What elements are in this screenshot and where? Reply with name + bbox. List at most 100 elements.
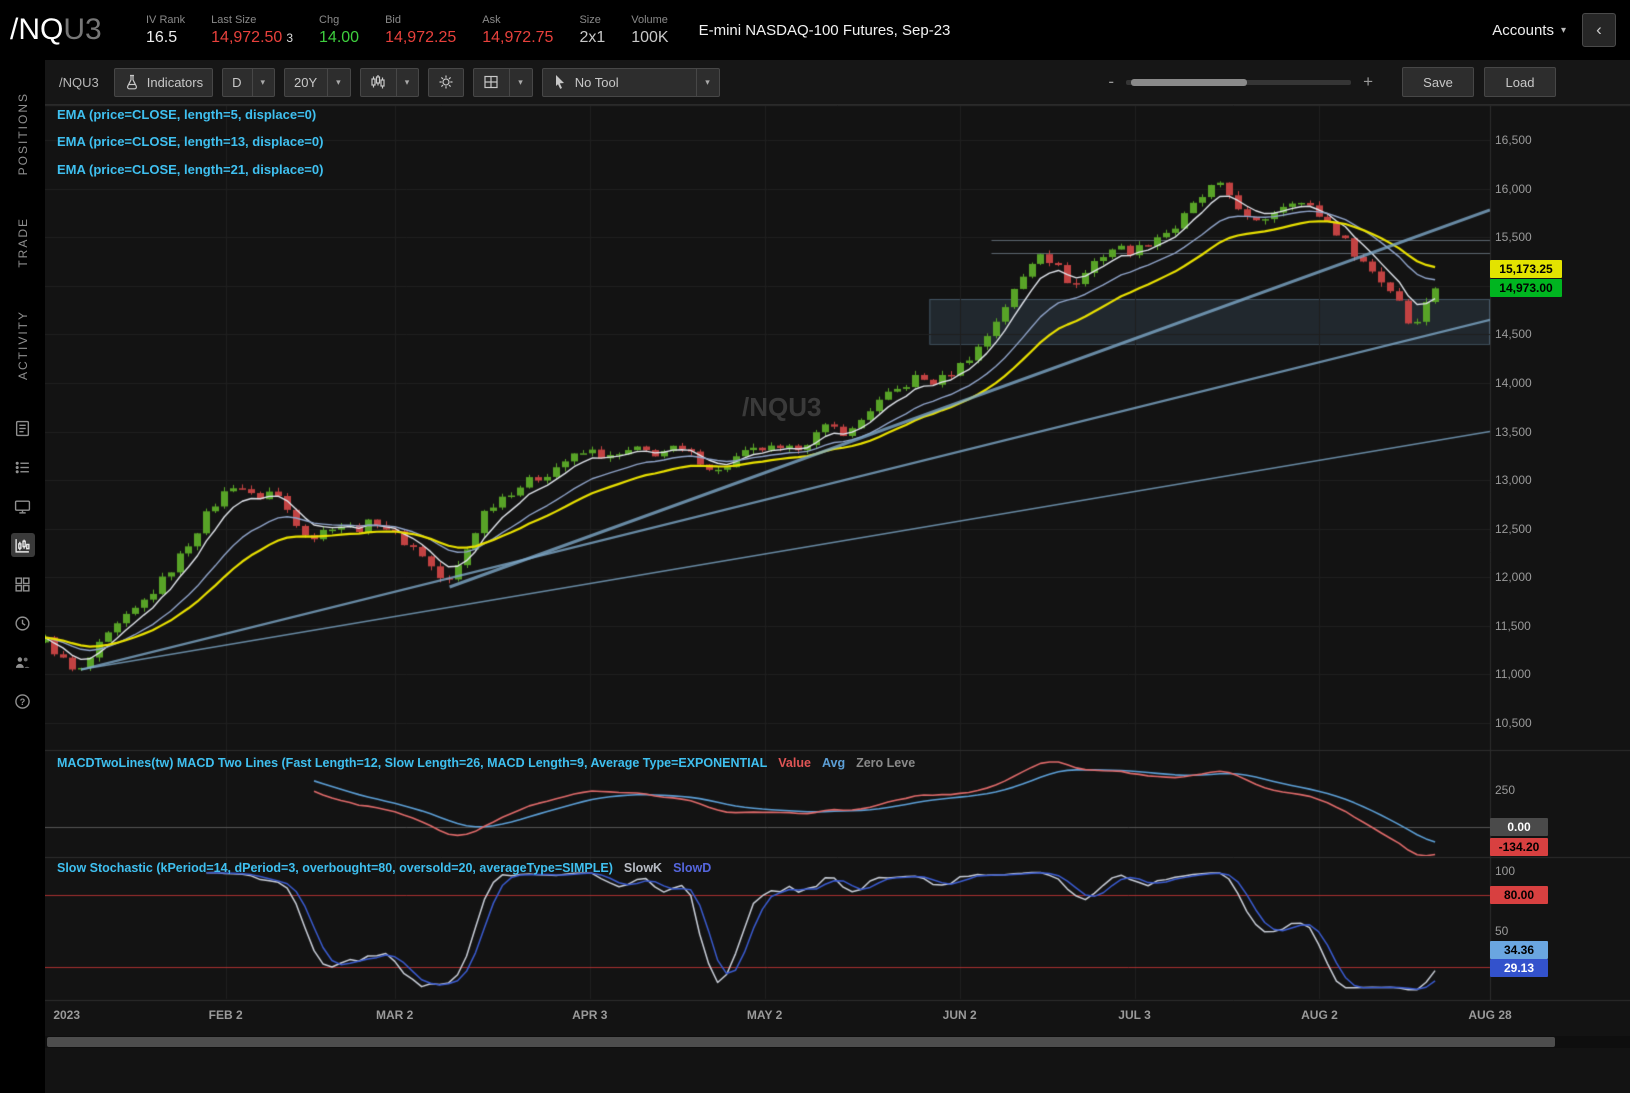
people-icon[interactable] bbox=[11, 650, 35, 674]
zoom-slider-thumb[interactable] bbox=[1131, 78, 1248, 86]
field-value: 100K bbox=[631, 28, 669, 46]
stoch-study-label[interactable]: Slow Stochastic (kPeriod=14, dPeriod=3, … bbox=[57, 861, 711, 875]
load-button[interactable]: Load bbox=[1484, 67, 1556, 97]
macd-title: MACDTwoLines(tw) MACD Two Lines (Fast Le… bbox=[57, 756, 768, 770]
time-axis-label: APR 3 bbox=[572, 1008, 608, 1022]
macd-legend-value: Value bbox=[778, 756, 811, 770]
clock-icon[interactable] bbox=[11, 611, 35, 635]
field-label: Volume bbox=[631, 13, 668, 26]
chevron-down-icon: ▾ bbox=[260, 76, 266, 87]
zoom-control: - + bbox=[1108, 72, 1373, 92]
field-label: IV Rank bbox=[146, 13, 186, 26]
time-axis-label: AUG 28 bbox=[1468, 1008, 1512, 1022]
time-axis-label: MAR 2 bbox=[376, 1008, 414, 1022]
help-icon[interactable]: ? bbox=[11, 689, 35, 713]
scrollbar-thumb[interactable] bbox=[47, 1037, 1555, 1047]
price-tick-label: 15,500 bbox=[1495, 230, 1532, 245]
list-icon[interactable] bbox=[11, 455, 35, 479]
indicators-flask-icon bbox=[126, 74, 137, 90]
range-value: 20Y bbox=[294, 74, 318, 90]
price-tick-label: 10,500 bbox=[1495, 716, 1532, 730]
chart-type-dropdown[interactable]: ▾ bbox=[359, 67, 420, 97]
news-icon[interactable] bbox=[11, 416, 35, 440]
price-tick-label: 11,500 bbox=[1495, 618, 1531, 633]
symbol-root: /NQ bbox=[10, 13, 64, 46]
symbol-title: /NQ U3 bbox=[10, 13, 120, 47]
collapse-panel-button[interactable]: ‹ bbox=[1582, 13, 1616, 47]
sidebar-tab-activity[interactable]: ACTIVITY bbox=[16, 310, 30, 380]
field-size: Size 2x1 bbox=[579, 14, 605, 47]
chart-toolbar: /NQU3 Indicators D ▾ 20Y ▾ ▾ ▾ No Tool ▾… bbox=[45, 60, 1630, 105]
panel-grid-icon bbox=[484, 75, 498, 89]
indicators-button[interactable]: Indicators bbox=[113, 67, 214, 97]
save-button[interactable]: Save bbox=[1402, 67, 1474, 97]
field-bid: Bid 14,972.25 bbox=[385, 14, 456, 47]
zoom-out-button[interactable]: - bbox=[1108, 72, 1114, 92]
field-value: 14,972.50 3 bbox=[211, 28, 294, 46]
field-label: Size bbox=[579, 13, 601, 26]
svg-text:?: ? bbox=[20, 696, 26, 706]
settings-button[interactable] bbox=[428, 67, 465, 97]
candlestick-type-icon bbox=[371, 75, 385, 89]
last-price-badge: 14,973.00 bbox=[1490, 279, 1562, 297]
sidebar-tab-trade[interactable]: TRADE bbox=[16, 217, 30, 268]
chevron-down-icon: ▾ bbox=[404, 76, 410, 87]
field-label: Last Size bbox=[211, 13, 257, 26]
price-tick-label: 16,500 bbox=[1495, 133, 1532, 147]
save-load-group: Save Load bbox=[1402, 67, 1556, 97]
contract-description: E-mini NASDAQ-100 Futures, Sep-23 bbox=[698, 21, 951, 39]
price-tick-label: 12,000 bbox=[1495, 570, 1532, 585]
tool-value: No Tool bbox=[574, 74, 619, 90]
price-tick-label: 13,500 bbox=[1495, 424, 1532, 439]
stoch-tick-label: 50 bbox=[1495, 924, 1509, 938]
monitor-icon[interactable] bbox=[11, 494, 35, 518]
cursor-icon bbox=[555, 75, 564, 89]
field-last-size: Last Size 14,972.50 3 bbox=[211, 14, 293, 47]
zoom-slider[interactable] bbox=[1126, 78, 1352, 86]
chart-watermark: /NQU3 bbox=[742, 392, 822, 422]
time-axis-label: AUG 2 bbox=[1301, 1008, 1338, 1022]
time-axis-label: JUN 2 bbox=[942, 1008, 977, 1022]
macd-study-label[interactable]: MACDTwoLines(tw) MACD Two Lines (Fast Le… bbox=[57, 756, 915, 770]
field-value: 14.00 bbox=[319, 28, 360, 46]
price-tick-label: 16,000 bbox=[1495, 181, 1532, 196]
layout-dropdown[interactable]: ▾ bbox=[473, 67, 533, 97]
accounts-menu[interactable]: Accounts ▾ bbox=[1492, 22, 1566, 39]
sidebar-icon-column: ? bbox=[10, 416, 35, 713]
price-tick-label: 11,000 bbox=[1495, 667, 1531, 682]
field-value: 14,972.25 bbox=[385, 28, 457, 46]
grid-icon[interactable] bbox=[11, 572, 35, 596]
gear-icon bbox=[439, 75, 453, 89]
accounts-label: Accounts bbox=[1492, 21, 1554, 39]
range-dropdown[interactable]: 20Y ▾ bbox=[284, 67, 351, 97]
symbol-input[interactable]: /NQU3 bbox=[53, 75, 105, 90]
timeframe-value: D bbox=[232, 74, 242, 90]
macd-value-badge: -134.20 bbox=[1490, 838, 1548, 856]
sidebar-tab-positions[interactable]: POSITIONS bbox=[16, 92, 30, 175]
time-scrollbar[interactable] bbox=[45, 1036, 1630, 1048]
study-label-ema13[interactable]: EMA (price=CLOSE, length=13, displace=0) bbox=[57, 134, 323, 149]
field-value: 16.5 bbox=[146, 28, 178, 46]
time-axis-label: FEB 2 bbox=[208, 1008, 243, 1022]
macd-tick-label: 250 bbox=[1495, 783, 1516, 797]
price-tick-label: 13,000 bbox=[1495, 473, 1532, 488]
field-chg: Chg 14.00 bbox=[319, 14, 359, 47]
time-axis-label: MAY 2 bbox=[746, 1008, 783, 1022]
drawing-tool-dropdown[interactable]: No Tool ▾ bbox=[541, 67, 720, 97]
charts-icon[interactable] bbox=[10, 533, 35, 558]
symbol-suffix: U3 bbox=[63, 13, 102, 46]
indicators-label: Indicators bbox=[146, 74, 204, 90]
study-label-ema21[interactable]: EMA (price=CLOSE, length=21, displace=0) bbox=[57, 162, 323, 177]
study-label-ema5[interactable]: EMA (price=CLOSE, length=5, displace=0) bbox=[57, 107, 316, 122]
price-tick-label: 14,500 bbox=[1495, 327, 1532, 342]
macd-legend-zero: Zero Leve bbox=[856, 756, 916, 770]
time-axis-label: JUL 3 bbox=[1118, 1008, 1151, 1022]
field-label: Bid bbox=[385, 13, 401, 26]
field-label: Chg bbox=[319, 13, 340, 26]
timeframe-dropdown[interactable]: D ▾ bbox=[222, 67, 276, 97]
chevron-down-icon: ▾ bbox=[705, 76, 710, 87]
price-tick-label: 12,500 bbox=[1495, 521, 1532, 536]
zoom-in-button[interactable]: + bbox=[1363, 72, 1373, 92]
sidebar: POSITIONS TRADE ACTIVITY ? bbox=[0, 60, 45, 1093]
macd-zero-badge: 0.00 bbox=[1490, 818, 1548, 836]
